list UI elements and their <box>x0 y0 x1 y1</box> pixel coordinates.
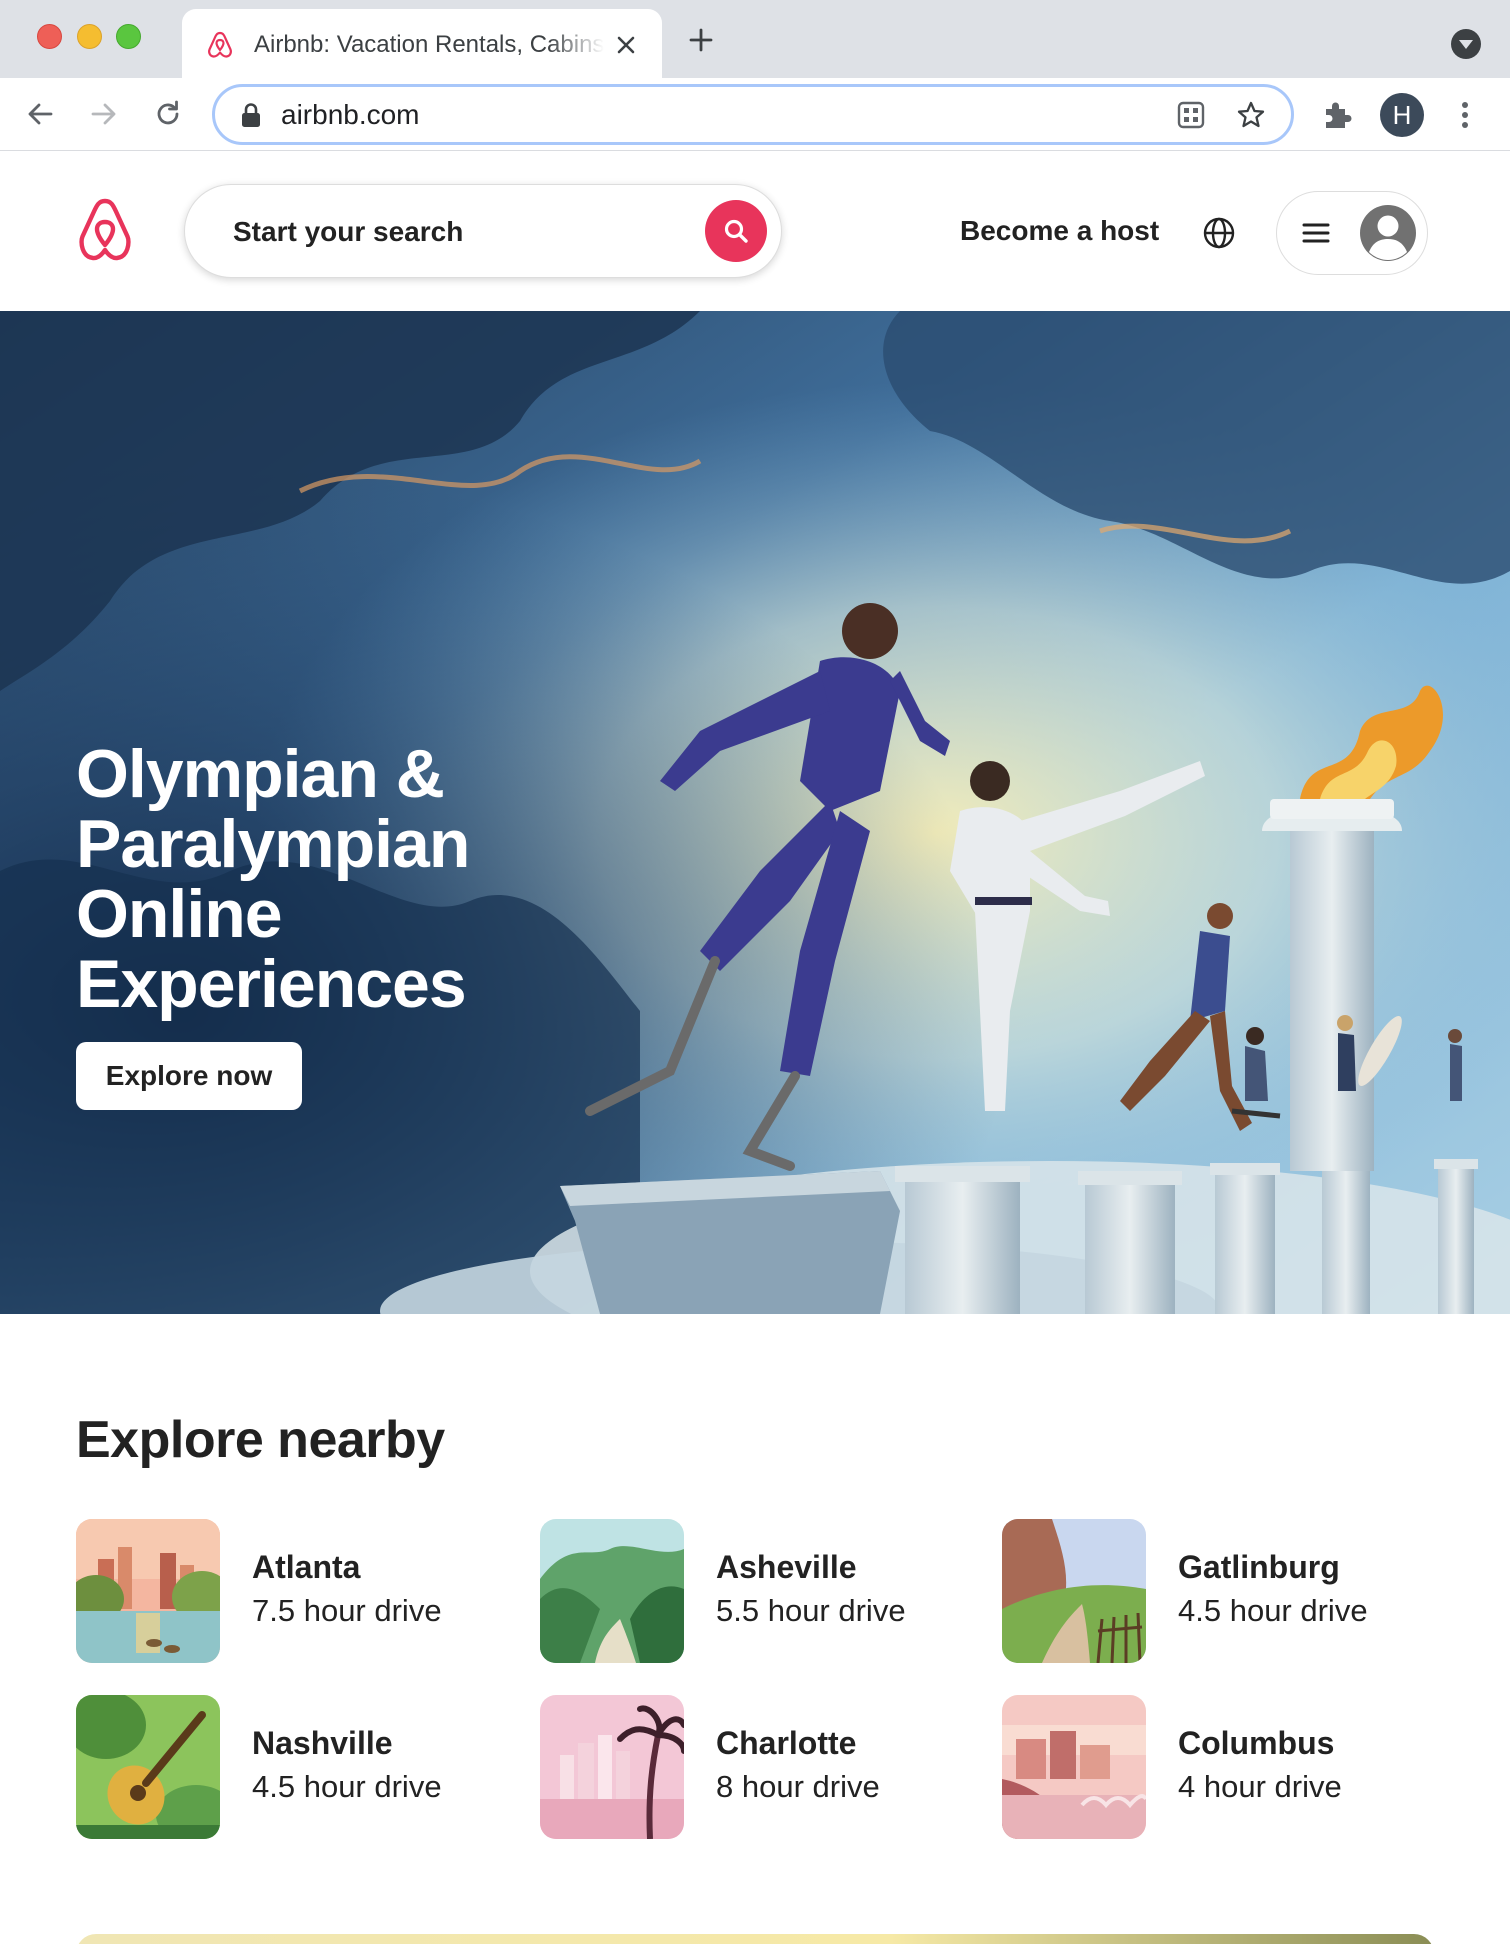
place-card-atlanta[interactable]: Atlanta 7.5 hour drive <box>76 1519 516 1663</box>
forward-arrow-icon[interactable] <box>86 96 122 132</box>
bookmark-star-icon[interactable] <box>1235 99 1267 131</box>
close-tab-icon[interactable] <box>610 29 642 61</box>
close-window-button[interactable] <box>37 24 62 49</box>
reload-icon[interactable] <box>150 96 186 132</box>
place-drive-time: 5.5 hour drive <box>716 1593 906 1628</box>
url-text: airbnb.com <box>281 99 420 130</box>
place-card-columbus[interactable]: Columbus 4 hour drive <box>1002 1695 1442 1839</box>
user-menu-button[interactable] <box>1276 191 1428 275</box>
place-card-gatlinburg[interactable]: Gatlinburg 4.5 hour drive <box>1002 1519 1442 1663</box>
qr-code-icon[interactable] <box>1175 99 1207 131</box>
search-button[interactable] <box>705 200 767 262</box>
minimize-window-button[interactable] <box>77 24 102 49</box>
place-drive-time: 4 hour drive <box>1178 1769 1342 1804</box>
place-thumbnail <box>1002 1519 1146 1663</box>
promo-card-partial <box>76 1934 1434 1944</box>
place-drive-time: 4.5 hour drive <box>1178 1593 1368 1628</box>
place-name: Nashville <box>252 1725 393 1761</box>
place-card-nashville[interactable]: Nashville 4.5 hour drive <box>76 1695 516 1839</box>
address-bar[interactable]: airbnb.com <box>212 84 1294 145</box>
maximize-window-button[interactable] <box>116 24 141 49</box>
place-thumbnail <box>540 1519 684 1663</box>
explore-now-button[interactable]: Explore now <box>76 1042 302 1110</box>
place-drive-time: 4.5 hour drive <box>252 1769 442 1804</box>
lock-icon[interactable] <box>239 102 263 128</box>
profile-avatar[interactable]: H <box>1380 93 1424 137</box>
site-header: Start your search Become a host <box>0 151 1510 311</box>
place-card-asheville[interactable]: Asheville 5.5 hour drive <box>540 1519 980 1663</box>
place-thumbnail <box>1002 1695 1146 1839</box>
place-drive-time: 8 hour drive <box>716 1769 880 1804</box>
place-name: Gatlinburg <box>1178 1549 1340 1585</box>
browser-tab-active[interactable]: Airbnb: Vacation Rentals, Cabins, Beach … <box>182 9 662 78</box>
place-thumbnail <box>540 1695 684 1839</box>
airbnb-favicon-icon <box>208 31 232 58</box>
browser-toolbar: airbnb.com H <box>0 78 1510 151</box>
tab-search-menu-button[interactable] <box>1451 29 1481 59</box>
place-thumbnail <box>76 1519 220 1663</box>
search-placeholder: Start your search <box>233 216 464 247</box>
tab-title: Airbnb: Vacation Rentals, Cabins, Beach … <box>254 31 604 58</box>
hero-title: Olympian & Paralympian Online Experience… <box>76 736 470 1022</box>
airbnb-logo-icon[interactable] <box>74 197 136 263</box>
new-tab-icon[interactable] <box>686 25 716 55</box>
hamburger-menu-icon <box>1302 223 1330 243</box>
extensions-puzzle-icon[interactable] <box>1320 98 1354 132</box>
browser-tab-bar: Airbnb: Vacation Rentals, Cabins, Beach … <box>0 0 1510 78</box>
browser-menu-icon[interactable] <box>1450 98 1480 132</box>
hero-banner: Olympian & Paralympian Online Experience… <box>0 311 1510 1314</box>
back-arrow-icon[interactable] <box>22 96 58 132</box>
search-icon <box>724 219 748 243</box>
search-bar[interactable]: Start your search <box>184 184 782 278</box>
globe-language-icon[interactable] <box>1202 216 1236 250</box>
place-thumbnail <box>76 1695 220 1839</box>
become-host-link[interactable]: Become a host <box>960 215 1159 247</box>
place-drive-time: 7.5 hour drive <box>252 1593 442 1628</box>
place-card-charlotte[interactable]: Charlotte 8 hour drive <box>540 1695 980 1839</box>
user-avatar-icon <box>1360 205 1416 261</box>
place-name: Columbus <box>1178 1725 1335 1761</box>
explore-nearby-title: Explore nearby <box>76 1411 445 1469</box>
place-name: Asheville <box>716 1549 857 1585</box>
place-name: Charlotte <box>716 1725 857 1761</box>
place-name: Atlanta <box>252 1549 361 1585</box>
